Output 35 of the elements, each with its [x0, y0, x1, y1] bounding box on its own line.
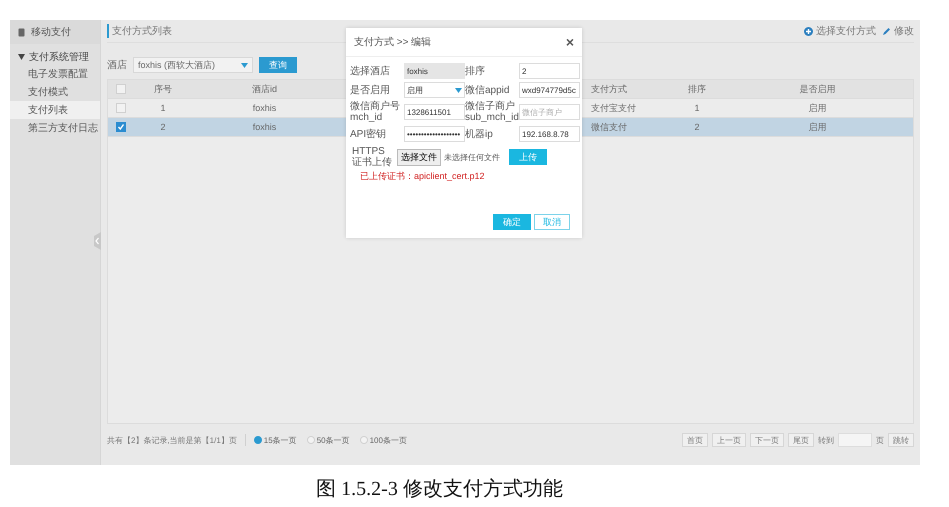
record-summary: 共有【2】条记录,当前是第【1/1】页	[107, 434, 237, 446]
uploaded-note: 已上传证书：apiclient_cert.p12	[359, 170, 486, 183]
field-label: API密钥	[350, 128, 388, 140]
field-label: 微信appid	[465, 84, 510, 96]
page-unit: 页	[876, 434, 884, 446]
file-status: 未选择任何文件	[444, 152, 500, 162]
table-cell-text: 启用	[808, 120, 828, 134]
field-label: 排序	[465, 66, 486, 76]
table-cell-text: foxhis	[252, 103, 278, 113]
column-header: 是否启用	[798, 82, 836, 96]
field-label: 机器ip	[465, 128, 494, 140]
breadcrumb: 支付方式列表	[107, 24, 172, 38]
column-header: 序号	[153, 82, 173, 96]
table-cell-text: 1	[159, 103, 166, 113]
field-label: 选择酒店	[350, 66, 391, 76]
dialog-title: 支付方式 >> 编辑	[354, 36, 432, 49]
field-label: 微信商户号 mch_id	[350, 101, 401, 123]
table-cell-text: 2	[159, 122, 166, 132]
column-header: 酒店id	[250, 82, 278, 96]
table-cell-text: 支付宝支付	[590, 102, 637, 114]
filter-label: 酒店	[107, 58, 127, 72]
figure-caption: 图 1.5.2-3 修改支付方式功能	[315, 477, 564, 502]
field-label: 是否启用	[350, 84, 391, 96]
column-header: 支付方式	[590, 82, 628, 96]
readonly-field: foxhis	[404, 63, 465, 79]
table-cell-text: 微信支付	[590, 120, 628, 134]
field-label: HTTPS证书上传	[352, 146, 393, 168]
column-header: 排序	[687, 82, 707, 96]
goto-label: 转到	[818, 434, 834, 446]
field-label: 微信子商户 sub_mch_id	[465, 101, 518, 123]
table-cell-text: foxhis	[252, 122, 278, 132]
sidebar-title: 移动支付	[31, 26, 71, 39]
table-cell-text: 启用	[808, 102, 828, 114]
table-cell-text: 1	[693, 103, 700, 113]
table-cell-text: 2	[693, 122, 700, 132]
